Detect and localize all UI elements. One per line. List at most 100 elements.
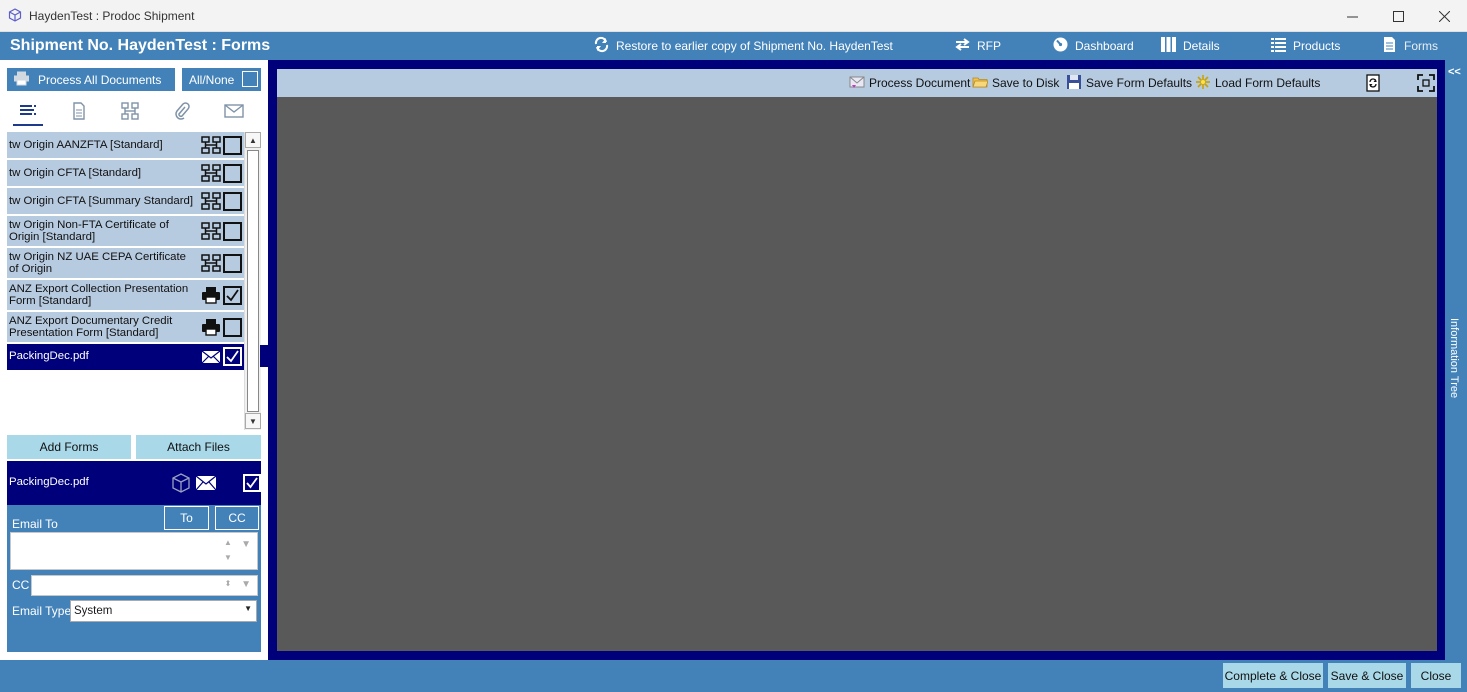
spin-down-icon[interactable]: ▼ xyxy=(221,553,235,562)
nav-forms[interactable]: Forms xyxy=(1381,32,1438,60)
flowchart-icon[interactable] xyxy=(201,192,221,210)
email-to-field[interactable]: ▲ ▼ ▼ xyxy=(10,532,258,570)
flowchart-icon[interactable] xyxy=(201,136,221,154)
information-tree-panel: << Information Tree xyxy=(1445,60,1467,660)
process-document-button[interactable]: Process Document xyxy=(849,69,970,97)
nav-details[interactable]: Details xyxy=(1160,32,1220,60)
folder-icon xyxy=(972,74,989,93)
item-checkbox[interactable] xyxy=(223,222,242,241)
printer-icon xyxy=(13,71,30,89)
window-titlebar: HaydenTest : Prodoc Shipment xyxy=(0,0,1467,32)
cube-icon[interactable] xyxy=(171,472,191,494)
close-button[interactable]: Close xyxy=(1411,663,1461,688)
attach-files-button[interactable]: Attach Files xyxy=(136,435,261,459)
chevron-down-icon[interactable]: ▼ xyxy=(241,579,251,590)
flowchart-icon[interactable] xyxy=(201,254,221,272)
save-close-button[interactable]: Save & Close xyxy=(1328,663,1406,688)
save-to-disk-label: Save to Disk xyxy=(992,76,1060,90)
list-item-label: tw Origin Non-FTA Certificate of Origin … xyxy=(9,219,169,243)
flowchart-icon[interactable] xyxy=(201,164,221,182)
process-all-documents-button[interactable]: Process All Documents xyxy=(7,68,175,91)
process-all-label: Process All Documents xyxy=(38,72,162,87)
tab-email[interactable] xyxy=(219,98,249,126)
document-icon xyxy=(1381,36,1398,56)
cc-button[interactable]: CC xyxy=(215,506,259,530)
footer-bar: Complete & Close Save & Close Close xyxy=(0,660,1467,692)
list-item[interactable]: ANZ Export Documentary Credit Presentati… xyxy=(7,312,244,344)
tab-list[interactable] xyxy=(13,98,43,126)
floppy-disk-icon xyxy=(1066,74,1082,93)
printer-icon[interactable] xyxy=(201,318,221,336)
list-icon xyxy=(18,102,38,123)
nav-products[interactable]: Products xyxy=(1270,32,1340,60)
nav-rfp[interactable]: RFP xyxy=(954,32,1001,60)
printer-icon[interactable] xyxy=(201,286,221,304)
item-checkbox-checked[interactable] xyxy=(223,347,242,366)
left-panel-splitter[interactable] xyxy=(260,345,268,367)
list-scrollbar[interactable]: ▲ ▼ xyxy=(244,132,261,430)
nav-dashboard-label: Dashboard xyxy=(1075,39,1134,53)
minimize-button[interactable] xyxy=(1329,0,1375,32)
list-item-selected[interactable]: PackingDec.pdf xyxy=(7,344,244,370)
left-tabs xyxy=(7,98,261,126)
list-item[interactable]: tw Origin AANZFTA [Standard] xyxy=(7,132,244,160)
swap-arrows-icon xyxy=(954,36,971,56)
email-type-select[interactable]: System ▼ xyxy=(70,600,257,622)
forms-left-panel: Process All Documents All/None tw Origin… xyxy=(0,60,268,660)
restore-copy-button[interactable]: Restore to earlier copy of Shipment No. … xyxy=(593,32,893,60)
tab-documents[interactable] xyxy=(64,98,94,126)
flowchart-icon[interactable] xyxy=(201,222,221,240)
item-checkbox[interactable] xyxy=(223,318,242,337)
load-form-defaults-button[interactable]: Load Form Defaults xyxy=(1195,69,1320,97)
spin-up-icon[interactable]: ▲ xyxy=(221,538,235,547)
save-form-defaults-button[interactable]: Save Form Defaults xyxy=(1066,69,1192,97)
list-item[interactable]: tw Origin CFTA [Summary Standard] xyxy=(7,188,244,216)
list-item-label: tw Origin AANZFTA [Standard] xyxy=(9,139,163,151)
document-preview-canvas[interactable] xyxy=(277,97,1437,651)
close-window-button[interactable] xyxy=(1421,0,1467,32)
all-none-checkbox[interactable] xyxy=(242,71,258,87)
list-item[interactable]: tw Origin NZ UAE CEPA Certificate of Ori… xyxy=(7,248,244,280)
information-tree-tab[interactable]: Information Tree xyxy=(1448,318,1460,398)
viewer-toolbar: Process Document Save to Disk Save Form … xyxy=(277,69,1437,97)
expand-panel-button[interactable]: << xyxy=(1448,66,1461,78)
scroll-up-icon[interactable]: ▲ xyxy=(245,132,261,148)
tab-workflow[interactable] xyxy=(115,98,145,126)
item-checkbox[interactable] xyxy=(223,192,242,211)
tab-attachments[interactable] xyxy=(167,98,197,126)
list-item[interactable]: ANZ Export Collection Presentation Form … xyxy=(7,280,244,312)
selected-document-header: PackingDec.pdf xyxy=(7,461,261,505)
chevron-down-icon[interactable]: ▼ xyxy=(244,604,252,613)
email-type-value: System xyxy=(74,605,113,617)
selected-document-name: PackingDec.pdf xyxy=(9,476,89,488)
selected-document-checkbox[interactable] xyxy=(243,474,261,492)
spin-icon[interactable]: ⬍ xyxy=(221,579,235,588)
fullscreen-icon[interactable] xyxy=(1417,74,1435,92)
chevron-down-icon[interactable]: ▼ xyxy=(241,539,251,550)
item-checkbox-checked[interactable] xyxy=(223,286,242,305)
item-checkbox[interactable] xyxy=(223,164,242,183)
forms-list: tw Origin AANZFTA [Standard] tw Origin C… xyxy=(7,132,261,430)
restore-label: Restore to earlier copy of Shipment No. … xyxy=(616,39,893,53)
maximize-button[interactable] xyxy=(1375,0,1421,32)
scroll-down-icon[interactable]: ▼ xyxy=(245,413,261,429)
complete-close-button[interactable]: Complete & Close xyxy=(1223,663,1323,688)
email-to-label: Email To xyxy=(12,517,58,531)
item-checkbox[interactable] xyxy=(223,254,242,273)
envelope-icon[interactable] xyxy=(195,475,217,491)
scroll-thumb[interactable] xyxy=(247,150,259,412)
nav-dashboard[interactable]: Dashboard xyxy=(1052,32,1134,60)
list-item[interactable]: tw Origin CFTA [Standard] xyxy=(7,160,244,188)
save-to-disk-button[interactable]: Save to Disk xyxy=(972,69,1059,97)
list-item-label: ANZ Export Collection Presentation Form … xyxy=(9,283,189,307)
refresh-document-icon[interactable] xyxy=(1364,74,1382,92)
list-item[interactable]: tw Origin Non-FTA Certificate of Origin … xyxy=(7,216,244,248)
cc-field[interactable]: ⬍ ▼ xyxy=(31,575,258,596)
envelope-icon[interactable] xyxy=(201,348,221,366)
load-form-defaults-label: Load Form Defaults xyxy=(1215,76,1321,90)
item-checkbox[interactable] xyxy=(223,136,242,155)
add-forms-button[interactable]: Add Forms xyxy=(7,435,131,459)
to-button[interactable]: To xyxy=(164,506,209,530)
nav-rfp-label: RFP xyxy=(977,39,1001,53)
all-none-toggle[interactable]: All/None xyxy=(182,68,261,91)
